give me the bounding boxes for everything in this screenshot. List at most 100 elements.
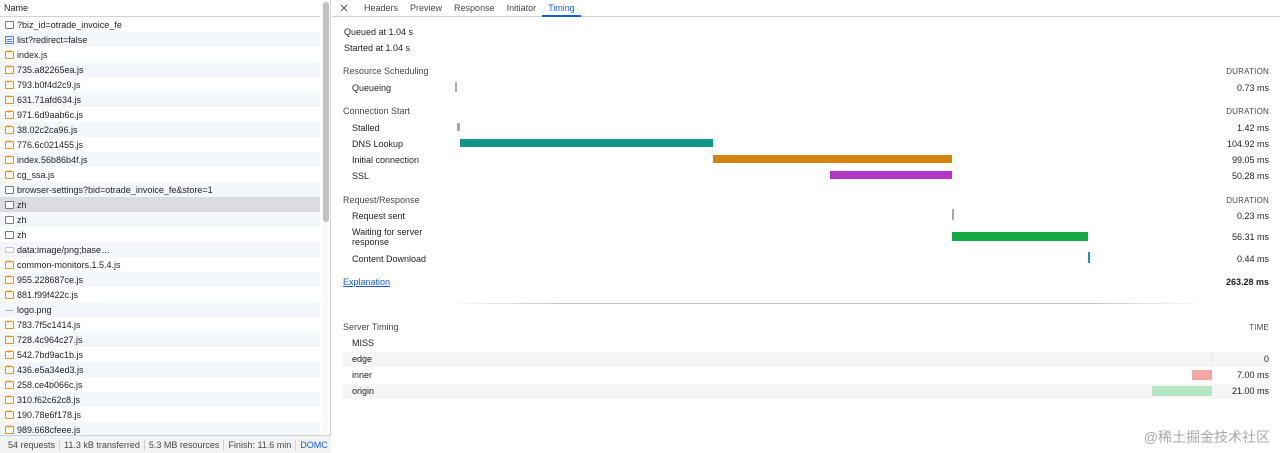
request-name: list?redirect=false [17, 34, 88, 45]
request-row[interactable]: logo.png [0, 302, 320, 317]
document-file-icon [5, 20, 14, 29]
started-at: Started at 1.04 s [344, 43, 411, 53]
script-file-icon [5, 169, 14, 179]
timing-label-initial-connection: Initial connection [352, 155, 420, 165]
server-timing-row-edge: edge 0 [343, 352, 1269, 367]
request-name: 190.78e6f178.js [17, 409, 82, 420]
explanation-link[interactable]: Explanation [343, 277, 390, 287]
resources-size: 5.3 MB resources [145, 439, 225, 450]
timing-bar-waiting [952, 232, 1088, 241]
request-row[interactable]: 793.b0f4d2c9.js [0, 77, 320, 92]
queued-at: Queued at 1.04 s [344, 27, 414, 37]
request-row[interactable]: zh [0, 212, 320, 227]
request-name: 38.02c2ca96.js [17, 124, 78, 135]
total-duration: 263.28 ms [1225, 277, 1269, 287]
section-title-resource-scheduling: Resource Scheduling [343, 66, 429, 76]
script-file-icon [5, 64, 14, 74]
name-column-header[interactable]: Name [0, 0, 320, 17]
tab-timing[interactable]: Timing [542, 0, 581, 17]
script-file-icon [5, 94, 14, 104]
request-row[interactable]: 971.6d9aab6c.js [0, 107, 320, 122]
detail-tab-bar: ✕ Headers Preview Response Initiator Tim… [332, 0, 1280, 17]
timing-value-request-sent: 0.23 ms [1236, 211, 1269, 221]
script-file-icon [5, 334, 14, 344]
request-row[interactable]: data:image/png;base… [0, 242, 320, 257]
finish-time: Finish: 11.6 min [224, 439, 297, 450]
timing-bar-request-sent [951, 209, 954, 220]
request-name: 310.f62c62c8.js [17, 394, 81, 405]
duration-header: DURATION [1226, 196, 1269, 205]
timing-bar-queueing [455, 82, 457, 92]
server-timing-value: 0 [1263, 354, 1269, 364]
timing-bar-initial-connection [712, 155, 952, 163]
duration-header: DURATION [1226, 67, 1269, 76]
script-file-icon [5, 394, 14, 404]
close-icon[interactable]: ✕ [336, 0, 352, 16]
request-name: 989.668cfeee.js [17, 424, 81, 435]
request-row[interactable]: 631.71afd634.js [0, 92, 320, 107]
request-name: ?biz_id=otrade_invoice_fe [17, 19, 122, 30]
timing-label-ssl: SSL [352, 171, 370, 181]
request-row[interactable]: 310.f62c62c8.js [0, 392, 320, 407]
tab-preview[interactable]: Preview [404, 0, 448, 16]
dom-content-loaded: DOMC [300, 439, 328, 450]
timing-value-queueing: 0.73 ms [1236, 83, 1269, 93]
timing-label-waiting: Waiting for server response [352, 227, 423, 247]
scrollbar-thumb[interactable] [323, 2, 329, 222]
request-row[interactable]: 881.f99f422c.js [0, 287, 320, 302]
script-file-icon [5, 409, 14, 419]
document-file-icon [5, 230, 14, 239]
script-file-icon [5, 379, 14, 389]
server-timing-row-miss: MISS [343, 336, 1269, 351]
request-row[interactable]: 776.6c021455.js [0, 137, 320, 152]
timing-label-request-sent: Request sent [352, 211, 406, 221]
request-row[interactable]: index.56b86b4f.js [0, 152, 320, 167]
request-row[interactable]: 783.7f5c1414.js [0, 317, 320, 332]
server-timing-label: MISS [352, 338, 375, 348]
request-row[interactable]: zh [0, 227, 320, 242]
request-row[interactable]: common-monitors.1.5.4.js [0, 257, 320, 272]
tab-headers[interactable]: Headers [358, 0, 404, 16]
request-row[interactable]: zh [0, 197, 320, 212]
request-row[interactable]: 989.668cfeee.js [0, 422, 320, 435]
request-name: index.js [17, 49, 48, 60]
request-row[interactable]: browser-settings?bid=otrade_invoice_fe&s… [0, 182, 320, 197]
duration-header: DURATION [1226, 107, 1269, 116]
request-row[interactable]: ?biz_id=otrade_invoice_fe [0, 17, 320, 32]
request-name: 776.6c021455.js [17, 139, 84, 150]
request-row[interactable]: 38.02c2ca96.js [0, 122, 320, 137]
script-file-icon [5, 49, 14, 59]
request-row[interactable]: 955.228687ce.js [0, 272, 320, 287]
request-name: 735.a82265ea.js [17, 64, 84, 75]
server-timing-row-inner: inner 7.00 ms [343, 368, 1269, 383]
server-timing-row-origin: origin 21.00 ms [343, 384, 1269, 399]
script-file-icon [5, 124, 14, 134]
timing-value-content-download: 0.44 ms [1236, 254, 1269, 264]
network-request-panel: Name ?biz_id=otrade_invoice_fe list?redir… [0, 0, 331, 453]
request-list: ?biz_id=otrade_invoice_fe list?redirect=f… [0, 17, 320, 435]
request-row[interactable]: cg_ssa.js [0, 167, 320, 182]
request-row[interactable]: 735.a82265ea.js [0, 62, 320, 77]
request-name: 955.228687ce.js [17, 274, 84, 285]
server-timing-bar-inner [1192, 370, 1212, 380]
request-row[interactable]: 190.78e6f178.js [0, 407, 320, 422]
request-row[interactable]: 728.4c964c27.js [0, 332, 320, 347]
watermark: @稀土掘金技术社区 [1143, 429, 1270, 445]
server-timing-label: inner [352, 370, 373, 380]
request-row[interactable]: list?redirect=false [0, 32, 320, 47]
image-file-icon [5, 246, 14, 253]
request-row[interactable]: 258.ce4b066c.js [0, 377, 320, 392]
script-file-icon [5, 319, 14, 329]
request-list-scrollbar[interactable] [322, 0, 330, 435]
request-row[interactable]: 542.7bd9ac1b.js [0, 347, 320, 362]
request-row[interactable]: 436.e5a34ed3.js [0, 362, 320, 377]
transferred-size: 11.3 kB transferred [60, 439, 145, 450]
tab-response[interactable]: Response [448, 0, 501, 16]
request-row[interactable]: index.js [0, 47, 320, 62]
timing-value-waiting: 56.31 ms [1231, 232, 1269, 242]
request-name: index.56b86b4f.js [17, 154, 88, 165]
server-timing-label: edge [352, 354, 373, 364]
tab-initiator[interactable]: Initiator [501, 0, 543, 16]
script-file-icon [5, 259, 14, 269]
script-file-icon [5, 139, 14, 149]
